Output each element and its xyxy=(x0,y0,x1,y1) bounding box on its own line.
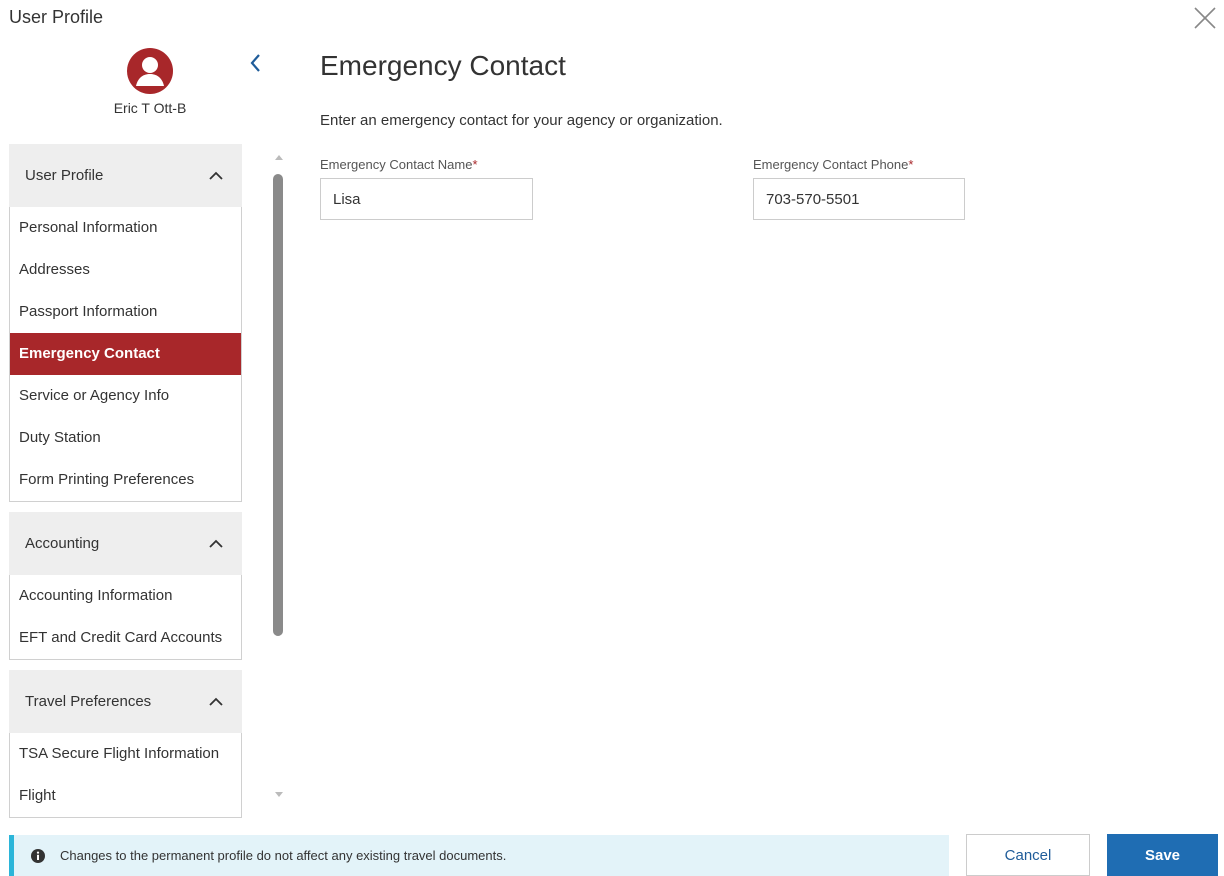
scroll-up-arrow-icon[interactable] xyxy=(274,152,284,162)
sidebar-group-header-travel-preferences[interactable]: Travel Preferences xyxy=(9,670,242,733)
page-description: Enter an emergency contact for your agen… xyxy=(320,112,723,129)
cancel-button[interactable]: Cancel xyxy=(966,834,1090,876)
sidebar-group-label: Accounting xyxy=(25,535,100,552)
required-mark: * xyxy=(472,157,478,172)
sidebar-item-flight[interactable]: Flight xyxy=(10,775,241,817)
emergency-contact-phone-input[interactable] xyxy=(753,178,965,220)
sidebar-item-passport-information[interactable]: Passport Information xyxy=(10,291,241,333)
chevron-up-icon xyxy=(209,171,223,180)
user-name: Eric T Ott-B xyxy=(113,100,187,116)
close-icon xyxy=(1194,7,1216,29)
page-title: Emergency Contact xyxy=(320,50,566,81)
info-icon xyxy=(31,848,45,863)
field-label-text: Emergency Contact Phone xyxy=(753,157,909,172)
sidebar-item-service-or-agency-info[interactable]: Service or Agency Info xyxy=(10,375,241,417)
sidebar-group-label: User Profile xyxy=(25,167,104,184)
sidebar-item-form-printing-preferences[interactable]: Form Printing Preferences xyxy=(10,459,241,501)
user-block: Eric T Ott-B xyxy=(60,48,240,116)
scroll-down-arrow-icon[interactable] xyxy=(274,790,284,800)
close-button[interactable] xyxy=(1192,5,1218,31)
chevron-up-icon xyxy=(209,697,223,706)
sidebar-nav: User Profile Personal Information Addres… xyxy=(9,144,242,818)
collapse-sidebar-button[interactable] xyxy=(244,48,268,78)
field-label-text: Emergency Contact Name xyxy=(320,157,473,172)
save-button[interactable]: Save xyxy=(1107,834,1218,876)
modal-title: User Profile xyxy=(9,7,104,27)
sidebar-group-header-user-profile[interactable]: User Profile xyxy=(9,144,242,207)
scrollbar-thumb[interactable] xyxy=(273,174,283,636)
sidebar-group-header-accounting[interactable]: Accounting xyxy=(9,512,242,575)
sidebar-item-tsa-secure-flight-information[interactable]: TSA Secure Flight Information xyxy=(10,733,241,775)
chevron-up-icon xyxy=(209,539,223,548)
emergency-contact-name-input[interactable] xyxy=(320,178,533,220)
sidebar-item-emergency-contact[interactable]: Emergency Contact xyxy=(10,333,241,375)
sidebar-group-label: Travel Preferences xyxy=(25,693,152,710)
emergency-contact-phone-label: Emergency Contact Phone* xyxy=(753,157,913,172)
info-banner: Changes to the permanent profile do not … xyxy=(9,835,949,876)
sidebar-group-user-profile: User Profile Personal Information Addres… xyxy=(9,144,242,502)
info-banner-text: Changes to the permanent profile do not … xyxy=(60,848,507,863)
sidebar-group-accounting: Accounting Accounting Information EFT an… xyxy=(9,512,242,660)
sidebar-group-travel-preferences: Travel Preferences TSA Secure Flight Inf… xyxy=(9,670,242,818)
chevron-left-icon xyxy=(250,54,260,72)
sidebar-item-duty-station[interactable]: Duty Station xyxy=(10,417,241,459)
required-mark: * xyxy=(908,157,914,172)
user-avatar-icon xyxy=(127,48,173,94)
emergency-contact-name-label: Emergency Contact Name* xyxy=(320,157,478,172)
sidebar-item-addresses[interactable]: Addresses xyxy=(10,249,241,291)
sidebar-item-personal-information[interactable]: Personal Information xyxy=(10,207,241,249)
sidebar-scrollbar[interactable] xyxy=(270,150,288,810)
sidebar-item-accounting-information[interactable]: Accounting Information xyxy=(10,575,241,617)
sidebar-item-eft-and-credit-card-accounts[interactable]: EFT and Credit Card Accounts xyxy=(10,617,241,659)
